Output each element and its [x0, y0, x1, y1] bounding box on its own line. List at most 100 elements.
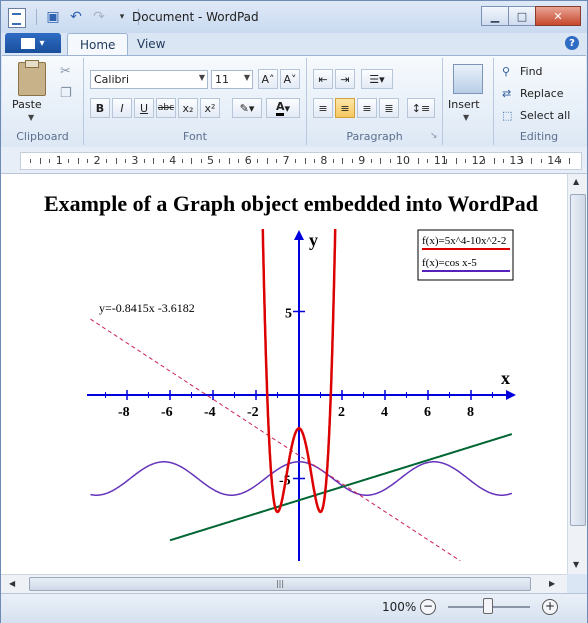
- tab-home[interactable]: Home: [67, 33, 129, 55]
- bullets-button[interactable]: ☰▾: [361, 69, 393, 89]
- ruler-tick: [153, 158, 155, 164]
- insert-button[interactable]: Insert: [448, 98, 480, 111]
- scroll-down-icon[interactable]: ▼: [573, 560, 579, 569]
- ruler-number: 14: [547, 154, 562, 167]
- wordpad-menu-icon: [21, 37, 36, 49]
- close-button[interactable]: ✕: [535, 6, 581, 26]
- align-center-icon[interactable]: ≡: [335, 98, 355, 118]
- vertical-scroll-thumb[interactable]: [570, 194, 586, 526]
- insert-dropdown-icon[interactable]: ▼: [463, 113, 469, 122]
- y-axis-label: y: [309, 230, 318, 250]
- binoculars-icon: ⚲: [502, 65, 511, 78]
- ruler-tick: [569, 158, 571, 164]
- horizontal-scroll-thumb[interactable]: |||: [29, 577, 531, 591]
- ruler-number: 6: [244, 154, 252, 167]
- underline-button[interactable]: U: [134, 98, 154, 118]
- tab-view[interactable]: View: [125, 33, 177, 54]
- maximize-button[interactable]: □: [508, 6, 536, 26]
- horizontal-scrollbar[interactable]: ◀ ||| ▶: [1, 574, 567, 593]
- highlight-color-button[interactable]: ✎▾: [232, 98, 262, 118]
- list-icon: ☰▾: [369, 72, 385, 86]
- regression-label: y=-0.8415x -3.6182: [99, 301, 195, 315]
- ruler-number: 9: [358, 154, 366, 167]
- ruler-tick: [332, 159, 334, 163]
- copy-icon[interactable]: ❐: [60, 86, 72, 101]
- undo-icon[interactable]: ↶: [67, 8, 85, 26]
- zoom-out-button[interactable]: −: [420, 599, 436, 615]
- save-icon[interactable]: ▣: [44, 8, 62, 26]
- ruler-tick: [380, 158, 382, 164]
- ruler-tick: [219, 159, 221, 163]
- ruler-tick: [228, 158, 230, 164]
- paste-button[interactable]: Paste: [12, 98, 42, 111]
- redo-icon[interactable]: ↷: [90, 8, 108, 26]
- superscript-button[interactable]: x²: [200, 98, 220, 118]
- find-button[interactable]: ⚲ Find: [502, 65, 543, 78]
- x-tick-label: -2: [247, 405, 259, 420]
- bold-button[interactable]: B: [90, 98, 110, 118]
- replace-button[interactable]: ⇄ Replace: [502, 87, 564, 100]
- grow-font-button[interactable]: A˄: [258, 69, 278, 89]
- align-left-icon[interactable]: ≡: [313, 98, 333, 118]
- quick-access-toolbar: ▣ ↶ ↷ ▾: [34, 8, 141, 26]
- paragraph-group: ⇤ ⇥ ☰▾ ≡ ≡ ≡ ≣ ↕≡ Paragraph ↘: [307, 58, 443, 145]
- application-menu-button[interactable]: ▾: [5, 33, 61, 53]
- graph-object[interactable]: xy-8 -6 -4 -2 2 4 6 85-5y=-0.8415x -3.6182f(x)=…: [1, 174, 567, 574]
- decrease-indent-icon[interactable]: ⇤: [313, 69, 333, 89]
- customize-qat-icon[interactable]: ▾: [113, 8, 131, 26]
- font-group: Calibri ▼ 11 ▼ A˄ A˅ B I U abc x₂ x² ✎▾ A ▾…: [84, 58, 307, 145]
- font-group-label: Font: [183, 130, 207, 143]
- replace-label: Replace: [520, 87, 564, 100]
- increase-indent-icon[interactable]: ⇥: [335, 69, 355, 89]
- ruler-tick: [502, 159, 504, 163]
- cut-icon[interactable]: ✂: [60, 64, 71, 79]
- picture-icon[interactable]: [453, 64, 483, 94]
- ruler-tick: [266, 158, 268, 164]
- y-axis-arrow: [294, 230, 304, 240]
- help-icon[interactable]: ?: [565, 36, 579, 50]
- paste-icon[interactable]: [18, 60, 46, 96]
- insert-group: Insert ▼: [443, 58, 494, 145]
- zoom-slider-thumb[interactable]: [483, 598, 493, 614]
- ruler-tick: [342, 158, 344, 164]
- chevron-down-icon: ▼: [243, 73, 250, 82]
- subscript-button[interactable]: x₂: [178, 98, 198, 118]
- paste-dropdown-icon[interactable]: ▼: [28, 113, 34, 122]
- font-color-button[interactable]: A ▾: [266, 98, 300, 118]
- select-all-button[interactable]: ⬚ Select all: [502, 109, 570, 122]
- zoom-in-button[interactable]: +: [542, 599, 558, 615]
- strikethrough-button[interactable]: abc: [156, 98, 176, 118]
- vertical-scrollbar[interactable]: ▲ ▼: [567, 174, 587, 574]
- ruler-track: 1 2 3 4 5 6 7 8 9 10 11 12 13 14: [20, 152, 582, 170]
- editing-group: ⚲ Find ⇄ Replace ⬚ Select all Editing: [494, 58, 584, 145]
- paragraph-dialog-launcher-icon[interactable]: ↘: [430, 131, 438, 141]
- font-size-select[interactable]: 11 ▼: [211, 70, 253, 89]
- ribbon: Paste ▼ ✂ ❐ Clipboard Calibri ▼ 11 ▼ A˄ A˅…: [2, 55, 586, 148]
- align-right-icon[interactable]: ≡: [357, 98, 377, 118]
- scroll-up-icon[interactable]: ▲: [573, 177, 579, 186]
- ruler-tick: [465, 159, 467, 163]
- ruler-tick: [191, 158, 193, 164]
- clipboard-group-label: Clipboard: [16, 130, 69, 143]
- line-spacing-button[interactable]: ↕≡: [407, 98, 435, 118]
- italic-button[interactable]: I: [112, 98, 132, 118]
- wordpad-app-icon[interactable]: [8, 8, 26, 28]
- ruler-tick: [115, 158, 117, 164]
- justify-icon[interactable]: ≣: [379, 98, 399, 118]
- ruler-number: 2: [93, 154, 101, 167]
- scroll-left-icon[interactable]: ◀: [9, 579, 15, 588]
- x-tick-label: 8: [467, 405, 474, 420]
- ruler-number: 11: [433, 154, 448, 167]
- ruler-tick: [351, 159, 353, 163]
- ruler-tick: [124, 159, 126, 163]
- ruler-tick: [162, 159, 164, 163]
- document-area[interactable]: Example of a Graph object embedded into …: [1, 174, 567, 574]
- scroll-right-icon[interactable]: ▶: [549, 579, 555, 588]
- shrink-font-button[interactable]: A˅: [280, 69, 300, 89]
- ruler[interactable]: 1 2 3 4 5 6 7 8 9 10 11 12 13 14: [1, 147, 587, 174]
- ruler-tick: [313, 159, 315, 163]
- x-tick-label: 2: [338, 405, 345, 420]
- font-family-select[interactable]: Calibri ▼: [90, 70, 208, 89]
- ruler-tick: [304, 158, 306, 164]
- minimize-button[interactable]: ▁: [481, 6, 509, 26]
